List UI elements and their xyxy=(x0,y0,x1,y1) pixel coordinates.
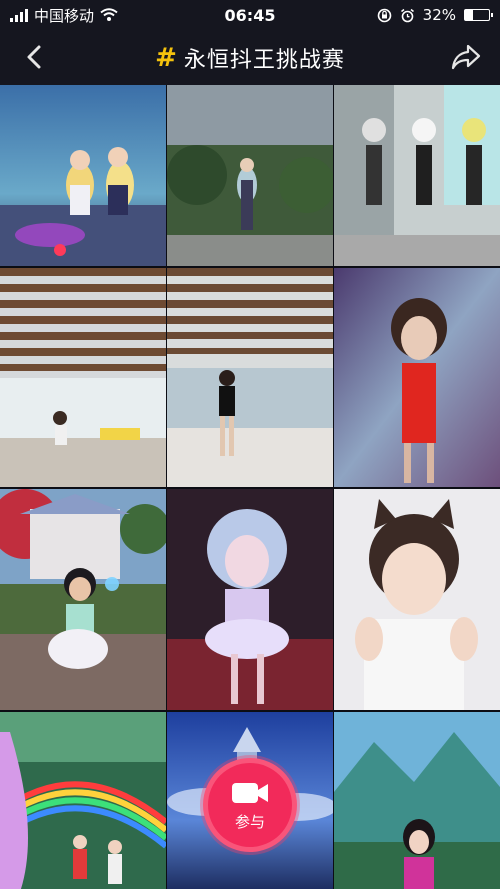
video-camera-icon xyxy=(232,782,268,803)
signal-icon xyxy=(10,8,28,22)
participate-label: 参与 xyxy=(234,812,265,831)
participate-button[interactable]: 参与 xyxy=(203,758,297,852)
clock: 06:45 xyxy=(224,5,276,25)
video-thumbnail[interactable] xyxy=(0,85,166,266)
header: # 永恒抖王挑战赛 xyxy=(0,30,500,85)
battery-icon xyxy=(464,9,493,21)
video-thumbnail[interactable] xyxy=(334,712,500,889)
video-thumbnail[interactable] xyxy=(0,268,166,487)
status-bar: 中国移动 06:45 32% xyxy=(0,0,500,30)
video-thumbnail[interactable] xyxy=(0,489,166,710)
challenge-title: 永恒抖王挑战赛 xyxy=(183,47,345,73)
video-thumbnail[interactable] xyxy=(167,268,333,487)
orientation-lock-icon xyxy=(377,8,391,22)
share-arrow-icon[interactable] xyxy=(450,42,482,72)
video-thumbnail[interactable] xyxy=(0,712,166,889)
video-thumbnail[interactable] xyxy=(334,85,500,266)
video-thumbnail[interactable] xyxy=(334,268,500,487)
video-thumbnail[interactable] xyxy=(167,85,333,266)
wifi-icon xyxy=(100,8,118,21)
chevron-left-icon[interactable] xyxy=(22,44,48,70)
page-title: # 永恒抖王挑战赛 xyxy=(155,42,345,74)
video-thumbnail[interactable] xyxy=(167,489,333,710)
hashtag-symbol: # xyxy=(155,42,178,73)
battery-percent: 32% xyxy=(422,6,456,24)
alarm-icon xyxy=(400,8,414,22)
video-thumbnail[interactable] xyxy=(334,489,500,710)
carrier-label: 中国移动 xyxy=(34,6,95,25)
